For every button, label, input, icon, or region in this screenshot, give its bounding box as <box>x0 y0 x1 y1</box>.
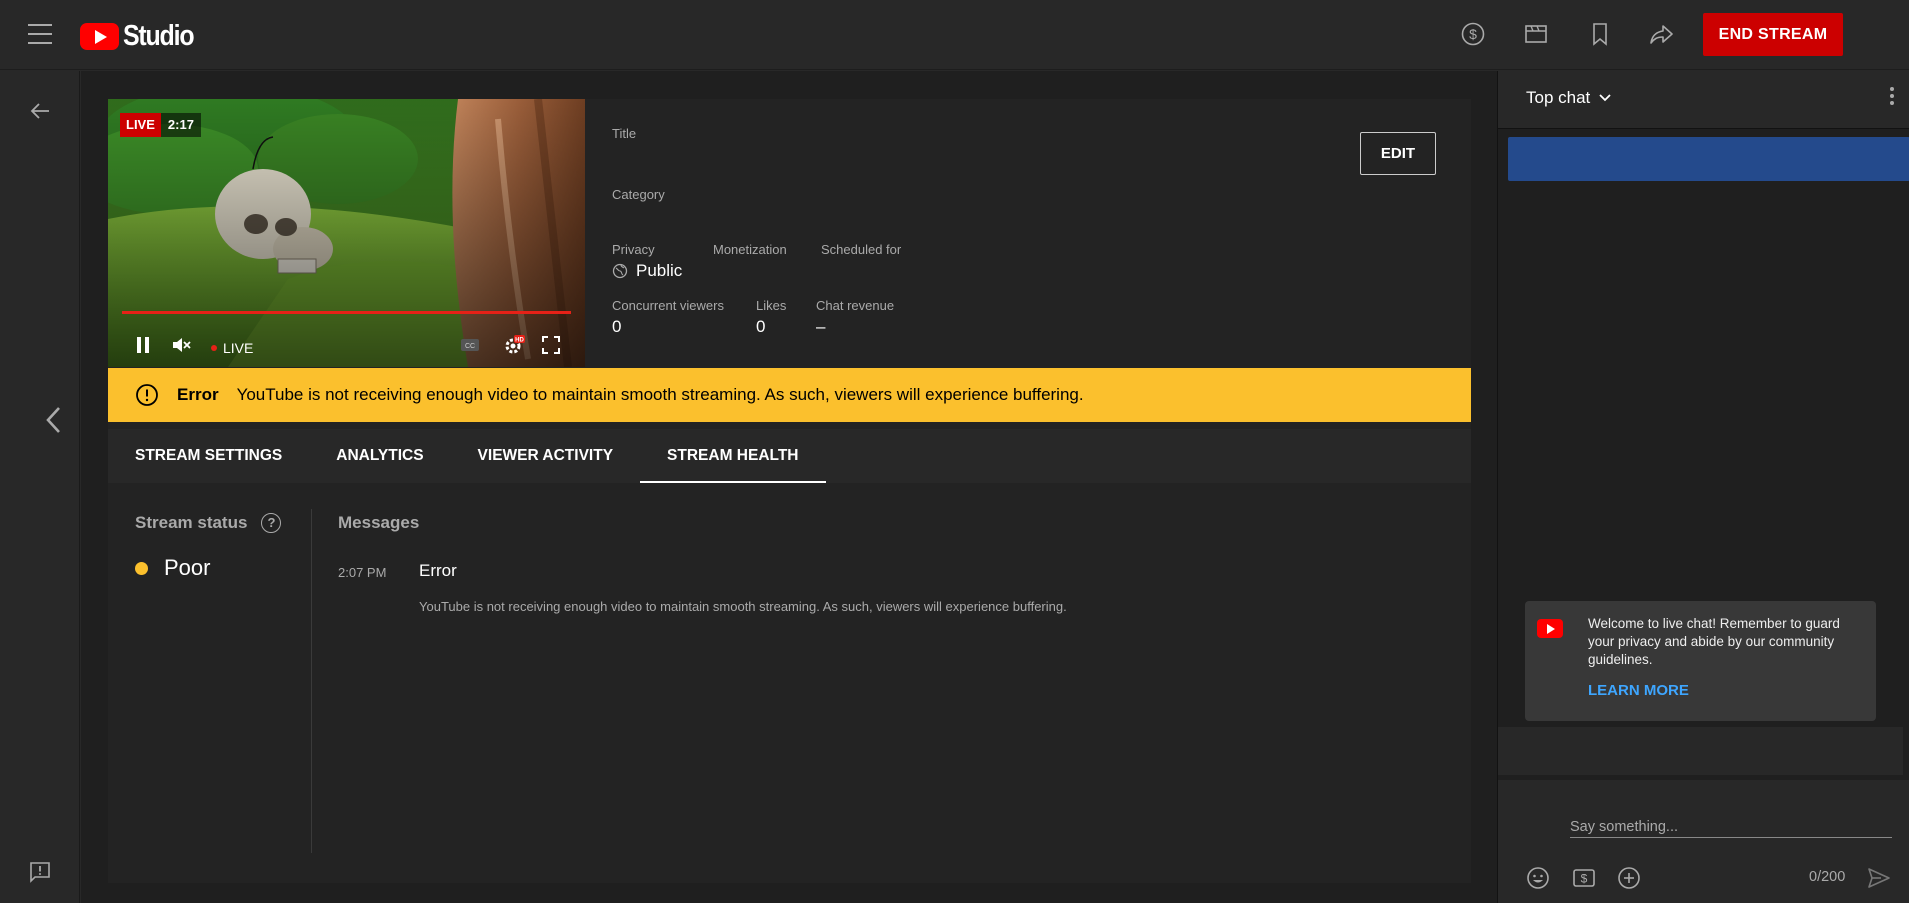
svg-text:HD: HD <box>515 338 524 344</box>
send-icon[interactable] <box>1867 867 1891 894</box>
monetization-label: Monetization <box>713 242 787 257</box>
warning-icon <box>136 384 158 406</box>
message-body: YouTube is not receiving enough video to… <box>419 599 1067 614</box>
stream-health-panel: Stream status ? Poor Messages 2:07 PM Er… <box>108 483 1471 883</box>
share-icon[interactable] <box>1649 21 1675 47</box>
stream-status-heading: Stream status ? <box>135 513 282 533</box>
help-icon[interactable]: ? <box>261 513 282 533</box>
pause-icon[interactable] <box>135 336 151 359</box>
captions-icon[interactable]: CC <box>460 337 480 358</box>
chat-mode-dropdown[interactable]: Top chat <box>1526 88 1612 108</box>
mute-icon[interactable] <box>171 336 191 359</box>
emoji-icon[interactable] <box>1526 866 1550 895</box>
learn-more-link[interactable]: LEARN MORE <box>1588 682 1689 699</box>
error-banner: Error YouTube is not receiving enough vi… <box>108 368 1471 422</box>
fullscreen-icon[interactable] <box>542 336 560 359</box>
bookmark-icon[interactable] <box>1587 21 1613 47</box>
likes-value: 0 <box>756 317 766 336</box>
logo-text: Studio <box>123 20 195 52</box>
chat-mode-label: Top chat <box>1526 88 1591 107</box>
stream-status-value: Poor <box>135 555 210 581</box>
live-chat: Top chat Welcome to live chat! Remember … <box>1497 71 1909 903</box>
character-count: 0/200 <box>1809 869 1846 885</box>
stream-time: 2:17 <box>160 113 201 137</box>
messages-title: Messages <box>338 513 420 532</box>
progress-bar[interactable] <box>122 311 571 314</box>
stream-status-title: Stream status <box>135 513 248 532</box>
live-indicator-label: LIVE <box>223 340 254 356</box>
more-options-icon[interactable] <box>1890 87 1894 108</box>
add-icon[interactable] <box>1617 866 1641 895</box>
tab-stream-settings[interactable]: STREAM SETTINGS <box>108 429 309 483</box>
chat-divider-strip <box>1498 727 1903 775</box>
menu-icon[interactable] <box>28 24 52 44</box>
privacy-label: Privacy <box>612 242 655 257</box>
stream-panel: LIVE 2:17 LIVE CC HD Title Category Priv… <box>108 99 1471 883</box>
svg-text:CC: CC <box>465 343 475 350</box>
edit-button[interactable]: EDIT <box>1360 132 1436 175</box>
chat-header: Top chat <box>1498 71 1909 129</box>
viewers-label: Concurrent viewers <box>612 298 724 313</box>
settings-hd-icon[interactable]: HD <box>503 334 525 361</box>
youtube-logo-icon <box>80 23 119 50</box>
live-indicator[interactable]: LIVE <box>211 340 253 356</box>
live-dot-icon <box>211 345 217 351</box>
revenue-value: – <box>816 317 826 336</box>
youtube-icon <box>1537 619 1563 638</box>
chat-message-input[interactable] <box>1570 816 1892 838</box>
error-title: Error <box>177 385 219 404</box>
studio-logo[interactable]: Studio <box>80 20 205 53</box>
privacy-value-text: Public <box>636 261 683 280</box>
likes-label: Likes <box>756 298 787 313</box>
back-arrow-icon[interactable] <box>28 99 52 128</box>
status-dot-icon <box>135 561 148 575</box>
globe-icon <box>612 263 628 279</box>
tab-bar: STREAM SETTINGS ANALYTICS VIEWER ACTIVIT… <box>108 429 1471 483</box>
message-time: 2:07 PM <box>338 565 387 580</box>
main-content: LIVE 2:17 LIVE CC HD Title Category Priv… <box>81 71 1497 903</box>
category-label: Category <box>612 187 665 202</box>
welcome-text: Welcome to live chat! Remember to guard … <box>1588 616 1840 667</box>
end-stream-button[interactable]: END STREAM <box>1703 13 1843 56</box>
live-label: LIVE <box>120 113 161 137</box>
divider <box>311 509 312 853</box>
chat-input-area: $ 0/200 <box>1498 780 1909 903</box>
top-bar: Studio $ END STREAM <box>0 0 1909 70</box>
video-preview[interactable]: LIVE 2:17 LIVE CC HD <box>108 99 585 367</box>
tab-stream-health[interactable]: STREAM HEALTH <box>640 429 826 483</box>
revenue-label: Chat revenue <box>816 298 895 313</box>
svg-text:$: $ <box>1581 872 1588 886</box>
clapperboard-icon[interactable] <box>1523 21 1549 47</box>
super-chat-icon[interactable]: $ <box>1572 866 1596 895</box>
svg-text:$: $ <box>1469 26 1477 42</box>
feedback-icon[interactable] <box>29 861 51 888</box>
viewers-value: 0 <box>612 317 622 336</box>
title-label: Title <box>612 126 637 141</box>
scheduled-label: Scheduled for <box>821 242 902 257</box>
welcome-card: Welcome to live chat! Remember to guard … <box>1525 601 1876 721</box>
message-title: Error <box>419 561 457 580</box>
pinned-banner[interactable] <box>1508 137 1909 181</box>
error-message: YouTube is not receiving enough video to… <box>236 385 1084 404</box>
live-badge: LIVE 2:17 <box>120 113 201 137</box>
chevron-down-icon <box>1599 94 1611 102</box>
tab-viewer-activity[interactable]: VIEWER ACTIVITY <box>451 429 641 483</box>
collapse-chevron-icon[interactable] <box>44 405 64 440</box>
video-controls: LIVE CC HD <box>108 325 585 367</box>
monetization-icon[interactable]: $ <box>1460 21 1486 47</box>
left-rail <box>0 71 80 903</box>
privacy-value: Public <box>612 261 682 281</box>
stream-status-text: Poor <box>164 555 211 580</box>
tab-analytics[interactable]: ANALYTICS <box>309 429 450 483</box>
